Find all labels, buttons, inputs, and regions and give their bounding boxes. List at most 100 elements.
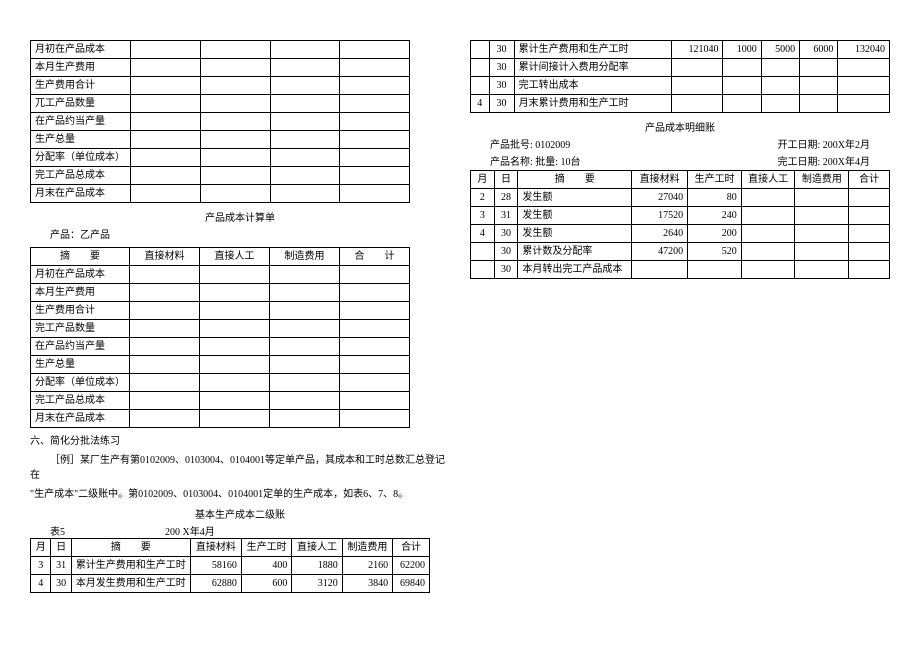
cell-hrs: 1000 <box>723 41 761 59</box>
cell-desc: 本月发生费用和生产工时 <box>71 575 190 593</box>
cell-tot: 69840 <box>393 575 430 593</box>
row-label: 本月生产费用 <box>31 59 131 77</box>
row-label: 月末在产品成本 <box>31 185 131 203</box>
cell-day: 30 <box>489 95 514 113</box>
cell-day: 30 <box>494 243 518 261</box>
cell-mfg <box>800 95 838 113</box>
example-line1: ［例］某厂生产有第0102009、0103004、0104001等定单产品，其成… <box>30 453 450 483</box>
col-header: 合计 <box>849 171 890 189</box>
col-header: 制造费用 <box>795 171 849 189</box>
row-label: 完工产品总成本 <box>31 167 131 185</box>
cell-mat: 62880 <box>190 575 241 593</box>
cell-day: 30 <box>51 575 71 593</box>
col-header: 直接人工 <box>741 171 795 189</box>
cell-month: 4 <box>471 225 495 243</box>
row-label: 分配率（单位成本） <box>31 374 130 392</box>
calc-title: 产品成本计算单 <box>30 209 450 224</box>
section6-heading: 六、简化分批法练习 <box>30 434 450 449</box>
cell-mfg <box>795 243 849 261</box>
detail-table: 月日摘 要直接材料生产工时直接人工制造费用合计 228发生额2704080331… <box>470 170 890 279</box>
cell-month: 4 <box>31 575 51 593</box>
cell-mat: 121040 <box>671 41 723 59</box>
cell-mfg <box>795 225 849 243</box>
cell-mfg: 6000 <box>800 41 838 59</box>
row-label: 本月生产费用 <box>31 284 130 302</box>
cell-mat: 47200 <box>632 243 688 261</box>
col-header: 直接人工 <box>200 248 270 266</box>
row-label: 生产费用合计 <box>31 77 131 95</box>
small-cost-table: 月初在产品成本本月生产费用生产费用合计兀工产品数量在产品约当产量生产总量分配率（… <box>30 40 410 203</box>
row-label: 月初在产品成本 <box>31 41 131 59</box>
cell-day: 30 <box>494 225 518 243</box>
cell-day: 28 <box>494 189 518 207</box>
cell-lab <box>761 59 799 77</box>
cell-hrs: 80 <box>688 189 742 207</box>
batch-label: 产品批号: 0102009 <box>490 136 570 151</box>
col-header: 日 <box>494 171 518 189</box>
cell-mat <box>671 95 723 113</box>
cell-lab <box>741 225 795 243</box>
cell-day: 30 <box>489 59 514 77</box>
cell-mfg <box>795 261 849 279</box>
end-label: 完工日期: 200X年4月 <box>778 153 871 168</box>
row-label: 月末在产品成本 <box>31 410 130 428</box>
col-header: 制造费用 <box>342 539 392 557</box>
cell-desc: 发生额 <box>518 189 632 207</box>
cell-month: 3 <box>31 557 51 575</box>
cell-mfg: 2160 <box>342 557 392 575</box>
row-label: 兀工产品数量 <box>31 95 131 113</box>
ledger-title: 基本生产成本二级账 <box>30 506 450 521</box>
cell-desc: 累计数及分配率 <box>518 243 632 261</box>
cell-tot: 62200 <box>393 557 430 575</box>
cell-mfg <box>800 77 838 95</box>
cell-month <box>471 261 495 279</box>
cell-month <box>471 243 495 261</box>
detail-title: 产品成本明细账 <box>470 119 890 134</box>
col-header: 直接材料 <box>190 539 241 557</box>
cell-hrs: 400 <box>241 557 291 575</box>
cell-desc: 累计生产费用和生产工时 <box>514 41 671 59</box>
cell-mat: 58160 <box>190 557 241 575</box>
col-header: 生产工时 <box>241 539 291 557</box>
cell-lab <box>741 261 795 279</box>
start-label: 开工日期: 200X年2月 <box>778 136 871 151</box>
cell-desc: 月末累计费用和生产工时 <box>514 95 671 113</box>
cell-mfg <box>800 59 838 77</box>
cell-day: 30 <box>489 41 514 59</box>
cell-hrs: 200 <box>688 225 742 243</box>
col-header: 日 <box>51 539 71 557</box>
cell-tot <box>838 59 890 77</box>
cell-lab <box>761 95 799 113</box>
col-header: 摘 要 <box>71 539 190 557</box>
calc-table: 摘 要直接材料直接人工制造费用合 计 月初在产品成本本月生产费用生产费用合计完工… <box>30 247 410 428</box>
cell-day: 30 <box>494 261 518 279</box>
cell-hrs <box>723 59 761 77</box>
col-header: 月 <box>471 171 495 189</box>
top-continuation-table: 30累计生产费用和生产工时12104010005000600013204030累… <box>470 40 890 113</box>
cell-mat: 17520 <box>632 207 688 225</box>
cell-mfg <box>795 189 849 207</box>
cell-desc: 发生额 <box>518 207 632 225</box>
cell-desc: 累计间接计入费用分配率 <box>514 59 671 77</box>
col-header: 合 计 <box>340 248 410 266</box>
cell-tot <box>849 261 890 279</box>
cell-desc: 累计生产费用和生产工时 <box>71 557 190 575</box>
cell-hrs: 240 <box>688 207 742 225</box>
col-header: 摘 要 <box>31 248 130 266</box>
cell-tot <box>849 243 890 261</box>
cell-day: 30 <box>489 77 514 95</box>
cell-mat <box>671 77 723 95</box>
cell-month <box>471 77 490 95</box>
row-label: 生产总量 <box>31 131 131 149</box>
cell-tot <box>838 95 890 113</box>
cell-day: 31 <box>494 207 518 225</box>
col-header: 直接材料 <box>632 171 688 189</box>
col-header: 月 <box>31 539 51 557</box>
cell-day: 31 <box>51 557 71 575</box>
cell-month: 3 <box>471 207 495 225</box>
cell-hrs <box>688 261 742 279</box>
cell-mat: 2640 <box>632 225 688 243</box>
cell-tot <box>849 189 890 207</box>
row-label: 在产品约当产量 <box>31 113 131 131</box>
cell-mat: 27040 <box>632 189 688 207</box>
